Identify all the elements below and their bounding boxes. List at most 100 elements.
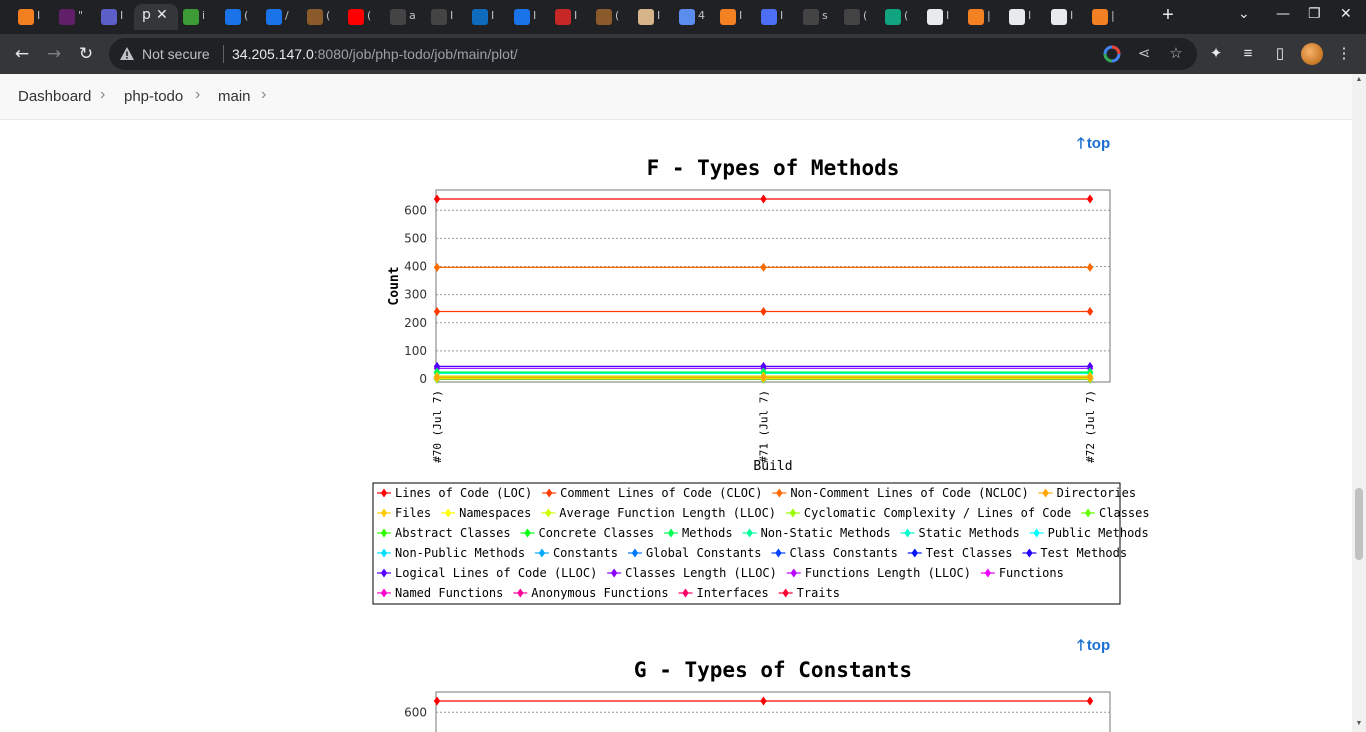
tab-title: 4 (698, 9, 705, 22)
scroll-down-icon[interactable]: ▼ (1355, 720, 1363, 728)
legend-entry-label: Cyclomatic Complexity / Lines of Code (804, 506, 1071, 520)
browser-tab-active[interactable]: p ✕ (134, 4, 178, 30)
close-window-icon[interactable]: ✕ (1340, 6, 1352, 22)
browser-tab[interactable]: I (753, 4, 793, 30)
back-icon[interactable]: ← (11, 43, 33, 65)
tab-title: I (491, 9, 495, 22)
tab-title: | (987, 9, 991, 22)
tab-title: I (450, 9, 454, 22)
forward-icon[interactable]: → (43, 43, 65, 65)
chart-title-g: G - Types of Constants (633, 658, 913, 682)
browser-tab[interactable]: / (258, 4, 298, 30)
tab-title: p (142, 7, 151, 23)
google-lens-icon[interactable] (1103, 45, 1121, 63)
warning-icon (120, 47, 134, 60)
legend-entry-label: Namespaces (459, 506, 531, 520)
tab-title: ( (326, 9, 331, 22)
tab-favicon-icon (761, 9, 777, 25)
new-tab-button[interactable]: + (1158, 5, 1178, 27)
browser-tab[interactable]: I (464, 4, 504, 30)
plot-page-content: 🡑 top F - Types of Methods 0 100 200 300 400 5… (0, 120, 1352, 732)
scroll-thumb[interactable] (1355, 488, 1363, 560)
browser-tab[interactable]: " (51, 4, 91, 30)
legend-entry-label: Anonymous Functions (531, 586, 668, 600)
browser-tab[interactable]: a (382, 4, 422, 30)
browser-tab[interactable]: I (712, 4, 752, 30)
tab-favicon-icon (225, 9, 241, 25)
legend-entry-label: Classes Length (LLOC) (625, 566, 777, 580)
share-icon[interactable]: ⋖ (1135, 45, 1153, 63)
legend-entry-label: Logical Lines of Code (LLOC) (395, 566, 597, 580)
breadcrumb-php-todo[interactable]: php-todo (124, 88, 183, 105)
browser-tab[interactable]: I (1001, 4, 1041, 30)
reload-icon[interactable]: ↻ (75, 43, 97, 65)
maximize-icon[interactable]: ❐ (1308, 6, 1321, 22)
tab-title: i (202, 9, 206, 22)
top-link-label: top (1086, 637, 1111, 654)
x-tick-label: #70 (Jul 7) (431, 390, 444, 463)
browser-tab[interactable]: ( (340, 4, 380, 30)
x-tick-label: #72 (Jul 7) (1084, 390, 1097, 463)
browser-tab[interactable]: I (423, 4, 463, 30)
address-bar[interactable]: Not secure 34.205.147.0:8080/job/php-tod… (109, 38, 1197, 70)
scroll-up-icon[interactable]: ▲ (1355, 76, 1363, 84)
page-scrollbar[interactable]: ▲ ▼ (1352, 74, 1366, 732)
extensions-icon[interactable]: ✦ (1206, 44, 1226, 64)
menu-kebab-icon[interactable]: ⋮ (1334, 44, 1354, 64)
browser-tab[interactable]: I (10, 4, 50, 30)
profile-avatar[interactable] (1301, 43, 1323, 65)
legend-entry-label: Abstract Classes (395, 526, 511, 540)
legend-entry-label: Traits (797, 586, 840, 600)
breadcrumb-separator[interactable]: › (261, 86, 266, 104)
legend-entry-label: Functions Length (LLOC) (805, 566, 971, 580)
browser-tab[interactable]: i (175, 4, 215, 30)
tab-favicon-icon (1009, 9, 1025, 25)
not-secure-label[interactable]: Not secure (142, 46, 210, 62)
tab-favicon-icon (266, 9, 282, 25)
browser-tab[interactable]: s (795, 4, 835, 30)
tab-title: / (285, 9, 289, 22)
close-tab-icon[interactable]: ✕ (156, 6, 168, 23)
browser-tab[interactable]: ( (877, 4, 917, 30)
tab-title: I (946, 9, 950, 22)
media-control-icon[interactable]: ≡ (1238, 44, 1258, 64)
browser-tab[interactable]: ( (217, 4, 257, 30)
browser-tab[interactable]: I (630, 4, 670, 30)
browser-tab[interactable]: I (547, 4, 587, 30)
browser-tab[interactable]: | (960, 4, 1000, 30)
breadcrumb-main[interactable]: main (218, 88, 251, 105)
browser-tab[interactable]: I (919, 4, 959, 30)
tab-search-icon[interactable]: ⌄ (1238, 6, 1250, 22)
x-tick-label: #71 (Jul 7) (758, 390, 771, 463)
legend-entry-label: Test Classes (926, 546, 1013, 560)
browser-tab[interactable]: ( (588, 4, 628, 30)
legend-entry-label: Average Function Length (LLOC) (559, 506, 776, 520)
side-panel-icon[interactable]: ▯ (1270, 44, 1290, 64)
tab-favicon-icon (390, 9, 406, 25)
y-tick-label: 400 (404, 260, 427, 274)
tab-title: I (1028, 9, 1032, 22)
tab-title: I (120, 9, 124, 22)
tab-favicon-icon (514, 9, 530, 25)
browser-tab[interactable]: | (1084, 4, 1124, 30)
browser-tab[interactable]: ( (836, 4, 876, 30)
browser-tab[interactable]: I (506, 4, 546, 30)
legend-entry-label: Comment Lines of Code (CLOC) (560, 486, 762, 500)
url-text[interactable]: 34.205.147.0:8080/job/php-todo/job/main/… (232, 46, 518, 62)
url-path: :8080/job/php-todo/job/main/plot/ (313, 46, 518, 62)
browser-tab[interactable]: ( (299, 4, 339, 30)
tab-favicon-icon (679, 9, 695, 25)
breadcrumb-dashboard[interactable]: Dashboard (18, 88, 91, 105)
top-link-g[interactable]: 🡑 top (1077, 635, 1110, 660)
chart-types-of-methods: 0 100 200 300 400 500 600 #70 (Jul 7) #71 (Jul 7… (372, 189, 1150, 732)
x-axis-label: Build (753, 459, 792, 474)
legend-entry-label: Non-Public Methods (395, 546, 525, 560)
browser-tab[interactable]: I (93, 4, 133, 30)
minimize-icon[interactable]: — (1276, 6, 1290, 22)
bookmark-star-icon[interactable]: ☆ (1167, 45, 1185, 63)
tab-favicon-icon (596, 9, 612, 25)
browser-tab[interactable]: 4 (671, 4, 711, 30)
browser-tab[interactable]: I (1043, 4, 1083, 30)
tab-favicon-icon (720, 9, 736, 25)
legend-entry-label: Constants (553, 546, 618, 560)
